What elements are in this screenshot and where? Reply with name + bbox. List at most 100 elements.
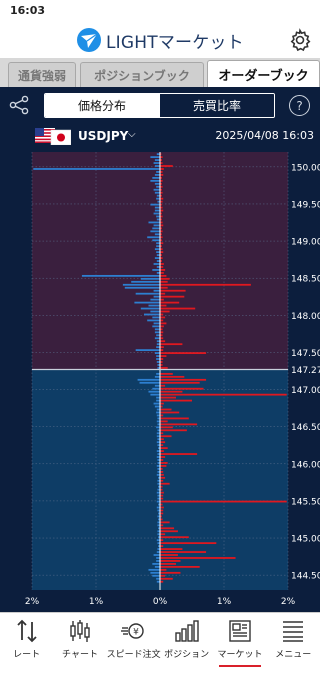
left-order-bar <box>154 375 160 378</box>
right-order-bar <box>160 565 200 568</box>
left-order-bar <box>139 381 160 384</box>
status-time: 16:03 <box>10 4 46 17</box>
right-order-bar <box>160 381 200 384</box>
left-order-bar <box>153 402 160 405</box>
left-order-bar <box>154 233 160 236</box>
left-order-bar <box>153 263 160 265</box>
svg-text:¥: ¥ <box>133 628 139 638</box>
tab-currency-strength[interactable]: 通貨強弱 <box>8 62 76 87</box>
right-order-bar <box>160 521 170 524</box>
gear-icon[interactable] <box>288 28 312 52</box>
help-icon[interactable]: ? <box>289 95 310 116</box>
segment-buy-sell-ratio[interactable]: 売買比率 <box>159 94 274 117</box>
right-order-bar <box>160 340 166 343</box>
nav-label: チャート <box>62 650 98 660</box>
left-order-bar <box>153 212 160 215</box>
right-order-bar <box>160 568 167 571</box>
logo-icon <box>77 28 101 52</box>
price-tick-label: 144.50 <box>291 572 320 582</box>
left-order-bar <box>154 248 160 251</box>
share-icon[interactable] <box>8 95 30 115</box>
pair-bar: USDJPY ⌵ 2025/04/08 16:03 <box>0 123 320 150</box>
price-tick-label: 147.00 <box>291 386 320 396</box>
left-order-bar <box>150 298 160 301</box>
nav-menu[interactable]: メニュー <box>267 613 320 675</box>
left-order-bar <box>148 221 160 224</box>
left-order-bar <box>153 289 160 292</box>
price-tick-label: 148.50 <box>291 275 320 285</box>
left-order-bar <box>122 283 160 286</box>
left-order-bar <box>150 179 160 182</box>
tab-order-book[interactable]: オーダーブック <box>207 60 320 87</box>
right-order-bar <box>160 560 181 562</box>
right-order-bar <box>160 272 164 274</box>
right-order-bar <box>160 263 164 265</box>
nav-speed-order[interactable]: ¥ スピード注文 <box>107 613 161 675</box>
left-order-bar <box>156 399 160 402</box>
nav-label: レート <box>13 650 41 660</box>
left-order-bar <box>156 426 160 429</box>
right-order-bar <box>160 456 166 458</box>
right-order-bar <box>160 298 164 301</box>
left-order-bar <box>153 162 160 164</box>
right-order-bar <box>160 435 172 438</box>
left-order-bar <box>156 355 160 357</box>
right-order-bar <box>160 574 166 577</box>
left-order-bar <box>154 352 160 354</box>
right-order-bar <box>160 453 198 455</box>
left-order-bar <box>147 236 160 239</box>
right-order-bar <box>160 408 172 411</box>
position-bars-icon <box>174 620 199 642</box>
nav-position[interactable]: ポジション <box>160 613 213 675</box>
right-order-bar <box>160 274 167 277</box>
left-order-bar <box>33 168 160 170</box>
price-tick-label: 146.50 <box>291 423 320 433</box>
currency-pair-selector[interactable]: USDJPY <box>78 129 128 143</box>
view-segment-control: 価格分布 売買比率 <box>44 93 275 118</box>
segment-price-distribution[interactable]: 価格分布 <box>45 94 159 117</box>
right-order-bar <box>160 429 187 432</box>
right-order-bar <box>160 286 168 289</box>
left-order-bar <box>154 174 160 176</box>
right-order-bar <box>160 372 173 375</box>
left-order-bar <box>154 209 160 212</box>
order-book-chart: 150.00 149.50 149.00 148.50 148.00 147.50 147.… <box>25 152 320 607</box>
right-order-bar <box>160 465 167 467</box>
right-order-bar <box>160 269 166 271</box>
left-order-bar <box>148 390 160 393</box>
right-order-bar <box>160 295 185 298</box>
right-order-bar <box>160 563 176 565</box>
right-order-bar <box>160 343 183 346</box>
right-order-bar <box>160 375 185 378</box>
left-order-bar <box>148 304 160 307</box>
left-order-bar <box>152 176 160 179</box>
left-order-bar <box>135 292 160 295</box>
right-order-bar <box>160 551 207 553</box>
right-order-bar <box>160 325 164 328</box>
nav-chart[interactable]: チャート <box>53 613 106 675</box>
right-order-bar <box>160 346 164 349</box>
left-order-bar <box>153 554 160 556</box>
percent-tick-label: 2% <box>281 597 296 607</box>
right-order-bar <box>160 577 173 580</box>
right-order-bar <box>160 420 168 423</box>
right-order-bar <box>160 390 183 393</box>
left-order-bar <box>156 251 160 254</box>
left-order-bar <box>152 316 160 319</box>
left-order-bar <box>156 185 160 188</box>
tab-position-book[interactable]: ポジションブック <box>80 62 204 87</box>
right-order-bar <box>160 304 167 307</box>
chevron-down-icon[interactable]: ⌵ <box>128 129 136 140</box>
left-order-bar <box>156 346 160 349</box>
left-order-bar <box>154 405 160 408</box>
percent-tick-label: 1% <box>89 597 104 607</box>
nav-market[interactable]: マーケット <box>213 613 266 675</box>
price-tick-label: 145.50 <box>291 497 320 507</box>
left-order-bar <box>156 334 160 337</box>
menu-icon <box>283 621 304 642</box>
nav-rate[interactable]: レート <box>0 613 53 675</box>
candlestick-icon <box>70 620 90 642</box>
right-order-bar <box>160 283 251 286</box>
left-order-bar <box>154 257 160 259</box>
right-order-bar <box>160 548 183 550</box>
